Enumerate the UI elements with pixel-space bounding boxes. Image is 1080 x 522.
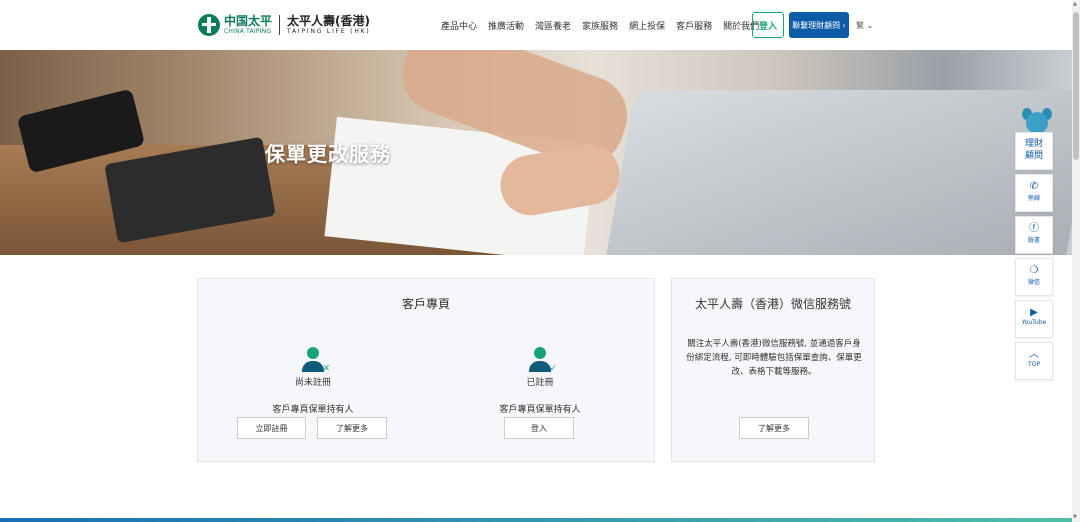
side-hotline-label: 熱線 <box>1027 195 1040 202</box>
learn-more-button[interactable]: 了解更多 <box>317 417 387 439</box>
customer-portal-card: 客戶專頁 ✕ 尚未註冊 客戶專頁保單持有人 ✓ 已註冊 客戶專頁保單持有人 立即… <box>197 278 655 462</box>
nav-products[interactable]: 產品中心 <box>441 19 477 32</box>
contact-advisor-button[interactable]: 聯繫理財顧問 › <box>789 12 849 38</box>
side-facebook-label: 臉書 <box>1027 237 1040 244</box>
side-facebook-button[interactable]: ⓕ 臉書 <box>1015 216 1053 254</box>
logo-en-name: CHINA TAIPING <box>224 28 272 35</box>
main-nav: 產品中心 推廣活動 灣區養老 家族服務 網上投保 客戶服務 關於我們 <box>441 19 770 32</box>
back-to-top-label: TOP <box>1027 361 1040 368</box>
register-now-button[interactable]: 立即註冊 <box>237 417 306 439</box>
unregistered-status: 尚未註冊 <box>294 378 331 388</box>
scroll-down-arrow-icon[interactable]: ▼ <box>1073 514 1077 520</box>
registered-desc: 客戶專頁保單持有人 <box>499 405 581 415</box>
side-wechat-button[interactable]: ❍ 微信 <box>1015 258 1053 296</box>
side-advisor-label-1: 理財 <box>1024 139 1043 149</box>
customer-portal-title: 客戶專頁 <box>401 297 450 311</box>
scroll-up-arrow-icon[interactable]: ▲ <box>1073 1 1077 7</box>
scrollbar-thumb[interactable] <box>1073 12 1079 160</box>
side-youtube-button[interactable]: ▶ YouTube <box>1015 300 1053 338</box>
side-hotline-button[interactable]: ✆ 熱線 <box>1015 174 1053 212</box>
side-youtube-label: YouTube <box>1021 319 1047 326</box>
wechat-service-card: 太平人壽（香港）微信服務號 關注太平人壽(香港)微信服務號, 並通過客戶身份綁定… <box>671 278 875 462</box>
wechat-card-desc: 關注太平人壽(香港)微信服務號, 並通過客戶身份綁定流程, 可即時體驗包括保單查… <box>686 339 862 377</box>
logo-tp-name: 太平人壽(香港) <box>287 14 370 28</box>
wechat-card-title: 太平人壽（香港）微信服務號 <box>694 297 851 311</box>
side-advisor-button[interactable]: 理財 顧問 <box>1015 132 1053 170</box>
unregistered-desc: 客戶專頁保單持有人 <box>272 405 354 415</box>
nav-family-services[interactable]: 家族服務 <box>582 19 618 32</box>
site-header: 中国太平 CHINA TAIPING 太平人壽(香港) TAIPING LIFE… <box>0 0 1072 50</box>
youtube-icon: ▶ <box>1030 307 1038 318</box>
registered-section: ✓ 已註冊 客戶專頁保單持有人 <box>465 347 615 415</box>
page-title: 保單更改服務 <box>265 142 391 166</box>
portal-login-button[interactable]: 登入 <box>504 417 574 439</box>
user-unregistered-icon: ✕ <box>302 347 330 374</box>
hero-laptop-image <box>604 90 1072 255</box>
registered-status: 已註冊 <box>526 378 554 388</box>
side-advisor-label-2: 顧問 <box>1024 151 1043 161</box>
logo-divider <box>279 15 281 35</box>
site-logo[interactable]: 中国太平 CHINA TAIPING 太平人壽(香港) TAIPING LIFE… <box>198 14 371 36</box>
footer-gradient-strip <box>0 518 1072 522</box>
nav-customer-services[interactable]: 客戶服務 <box>676 19 712 32</box>
china-taiping-logo-icon <box>198 14 220 36</box>
nav-greater-bay-retirement[interactable]: 灣區養老 <box>535 19 571 32</box>
nav-promotions[interactable]: 推廣活動 <box>488 19 524 32</box>
nav-online-insurance[interactable]: 網上投保 <box>629 19 665 32</box>
login-button[interactable]: 登入 <box>752 12 784 38</box>
wechat-learn-more-button[interactable]: 了解更多 <box>739 417 809 439</box>
phone-icon: ✆ <box>1029 181 1039 192</box>
logo-tp-en: TAIPING LIFE (HK) <box>287 28 371 35</box>
unregistered-section: ✕ 尚未註冊 客戶專頁保單持有人 <box>238 347 388 415</box>
chevron-up-icon: ︿ <box>1029 349 1039 360</box>
back-to-top-button[interactable]: ︿ TOP <box>1015 342 1053 380</box>
side-wechat-label: 微信 <box>1027 279 1040 286</box>
logo-cn-name: 中国太平 <box>224 14 273 28</box>
user-registered-icon: ✓ <box>529 347 557 374</box>
hero-banner <box>0 50 1072 255</box>
wechat-icon: ❍ <box>1029 265 1039 276</box>
language-selector[interactable]: 繁 ⌄ <box>856 20 873 31</box>
facebook-icon: ⓕ <box>1029 223 1039 234</box>
